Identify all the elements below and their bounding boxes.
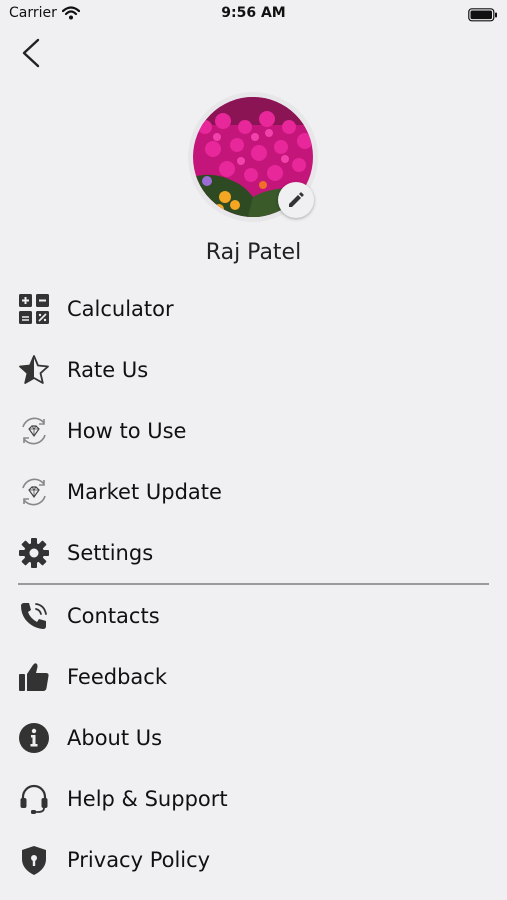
menu-item-label: Contacts xyxy=(67,603,160,628)
menu-item-label: About Us xyxy=(67,725,163,750)
thumbs-up-icon xyxy=(17,660,51,694)
menu-item-settings[interactable]: Settings xyxy=(0,522,507,583)
status-time: 9:56 AM xyxy=(221,5,286,21)
pencil-icon xyxy=(289,192,304,207)
chevron-left-icon xyxy=(22,38,40,68)
menu-item-privacy-policy[interactable]: Privacy Policy xyxy=(0,829,507,890)
menu-item-help-support[interactable]: Help & Support xyxy=(0,768,507,829)
gear-icon xyxy=(17,536,51,570)
menu-item-label: Feedback xyxy=(67,664,168,689)
edit-avatar-button[interactable] xyxy=(278,182,314,218)
menu-item-label: Calculator xyxy=(67,296,174,321)
star-half-icon xyxy=(17,353,51,387)
calculator-icon xyxy=(17,292,51,326)
menu-item-label: How to Use xyxy=(67,418,187,443)
menu-item-label: Privacy Policy xyxy=(67,847,211,872)
avatar-container xyxy=(188,92,318,222)
battery-icon xyxy=(468,7,498,26)
menu-item-how-to-use[interactable]: How to Use xyxy=(0,400,507,461)
menu-item-label: Rate Us xyxy=(67,357,149,382)
menu-item-contacts[interactable]: Contacts xyxy=(0,585,507,646)
info-icon xyxy=(17,721,51,755)
status-bar: Carrier 9:56 AM xyxy=(0,0,507,28)
menu-item-feedback[interactable]: Feedback xyxy=(0,646,507,707)
diamond-refresh-icon xyxy=(17,414,51,448)
back-button[interactable] xyxy=(16,36,48,70)
side-menu: Calculator Rate Us How to Use Market Upd… xyxy=(0,278,507,890)
menu-item-label: Help & Support xyxy=(67,786,228,811)
menu-item-rate-us[interactable]: Rate Us xyxy=(0,339,507,400)
menu-item-market-update[interactable]: Market Update xyxy=(0,461,507,522)
menu-item-about-us[interactable]: About Us xyxy=(0,707,507,768)
menu-item-label: Settings xyxy=(67,540,154,565)
menu-item-label: Market Update xyxy=(67,479,222,504)
phone-icon xyxy=(17,599,51,633)
shield-lock-icon xyxy=(17,843,51,877)
profile-name: Raj Patel xyxy=(205,240,302,265)
menu-item-calculator[interactable]: Calculator xyxy=(0,278,507,339)
diamond-refresh-icon xyxy=(17,475,51,509)
headset-icon xyxy=(17,782,51,816)
